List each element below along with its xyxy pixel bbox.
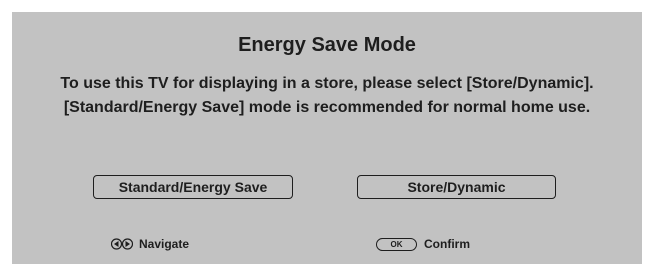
ok-button-icon: OK — [376, 237, 417, 251]
dialog-title: Energy Save Mode — [238, 34, 416, 56]
navigate-label: Navigate — [139, 237, 190, 251]
dialog-message-line-1: To use this TV for displaying in a store… — [60, 75, 594, 92]
navigate-hint: Navigate — [111, 237, 189, 251]
standard-energy-save-button[interactable]: Standard/Energy Save — [93, 175, 293, 199]
confirm-hint: OK Confirm — [376, 237, 470, 251]
left-right-arrows-icon — [111, 238, 133, 250]
energy-save-dialog: Energy Save Mode To use this TV for disp… — [12, 12, 642, 264]
confirm-label: Confirm — [424, 237, 470, 251]
store-dynamic-button[interactable]: Store/Dynamic — [357, 175, 556, 199]
dialog-message-line-2: [Standard/Energy Save] mode is recommend… — [63, 99, 591, 116]
